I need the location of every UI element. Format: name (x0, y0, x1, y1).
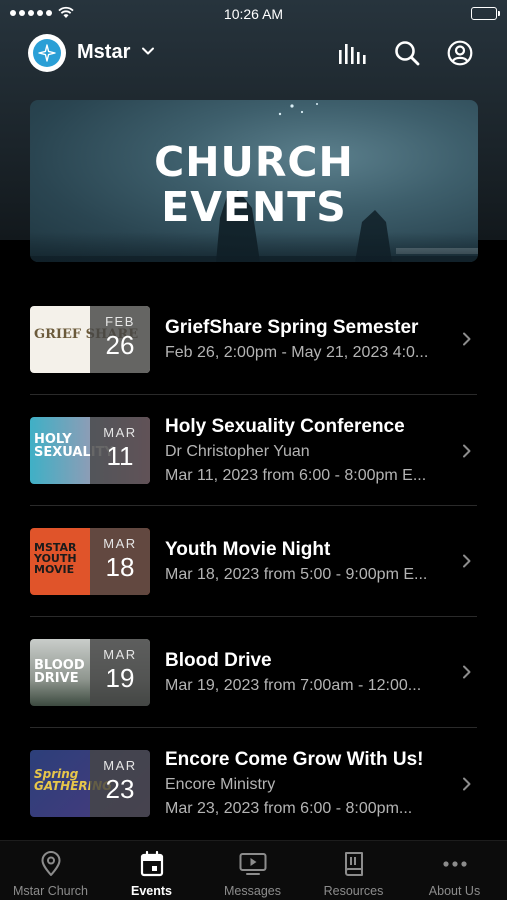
tab-messages[interactable]: Messages (202, 841, 303, 900)
event-month: MAR (103, 647, 137, 662)
event-datetime: Mar 18, 2023 from 5:00 - 9:00pm E... (165, 566, 428, 583)
chevron-right-icon (462, 332, 472, 351)
battery-icon (471, 7, 500, 20)
event-day: 23 (105, 774, 135, 804)
event-thumbnail: Spring GATHERING MAR 23 (30, 750, 150, 817)
thumbnail-art-text: BLOOD DRIVE (34, 658, 85, 686)
logo-icon[interactable] (28, 34, 66, 72)
chevron-right-icon (462, 777, 472, 796)
event-thumbnail: BLOOD DRIVE MAR 19 (30, 639, 150, 706)
event-datetime: Feb 26, 2:00pm - May 21, 2023 4:0... (165, 344, 429, 361)
date-badge: FEB 26 (90, 306, 150, 373)
thumbnail-art-text: MSTAR YOUTH MOVIE (34, 541, 77, 576)
church-events-banner: CHURCH EVENTS (30, 100, 478, 262)
event-title: GriefShare Spring Semester (165, 317, 419, 338)
event-thumbnail: HOLY SEXUALITY MAR 11 (30, 417, 150, 484)
bottom-tab-bar: Mstar Church Events Messages Resources A… (0, 840, 507, 900)
tab-label: About Us (428, 884, 481, 898)
event-day: 26 (105, 330, 135, 360)
event-title: Blood Drive (165, 650, 272, 671)
status-time: 10:26 AM (223, 6, 284, 22)
event-title: Youth Movie Night (165, 539, 331, 560)
tab-about-us[interactable]: About Us (404, 841, 505, 900)
event-row-youth-movie-night[interactable]: MSTAR YOUTH MOVIE MAR 18 Youth Movie Nig… (0, 506, 507, 617)
event-month: MAR (103, 536, 137, 551)
date-badge: MAR 18 (90, 528, 150, 595)
audio-bars-icon[interactable] (338, 39, 366, 67)
event-ministry: Encore Ministry (165, 776, 276, 793)
chevron-right-icon (462, 665, 472, 684)
profile-icon[interactable] (446, 39, 474, 67)
tab-label: Messages (224, 884, 281, 898)
event-datetime: Mar 23, 2023 from 6:00 - 8:00pm... (165, 800, 413, 817)
event-day: 18 (105, 552, 135, 582)
date-badge: MAR 23 (90, 750, 150, 817)
event-month: MAR (103, 758, 137, 773)
tab-label: Events (131, 884, 172, 898)
thumbnail-art-text: Spring GATHERING (34, 767, 113, 793)
chevron-down-icon[interactable] (141, 44, 155, 63)
event-datetime: Mar 11, 2023 from 6:00 - 8:00pm E... (165, 467, 427, 484)
thumbnail-art-text: HOLY SEXUALITY (34, 432, 114, 460)
event-month: FEB (105, 314, 135, 329)
more-dots-icon (404, 851, 505, 877)
play-screen-icon (202, 851, 303, 877)
event-thumbnail: MSTAR YOUTH MOVIE MAR 18 (30, 528, 150, 595)
date-badge: MAR 11 (90, 417, 150, 484)
event-day: 19 (105, 663, 135, 693)
tab-events[interactable]: Events (101, 841, 202, 900)
tab-label: Resources (323, 884, 384, 898)
tab-label: Mstar Church (12, 884, 89, 898)
calendar-icon (101, 851, 202, 877)
event-row-encore[interactable]: Spring GATHERING MAR 23 Encore Come Grow… (0, 728, 507, 839)
event-day: 11 (106, 441, 134, 471)
event-row-griefshare[interactable]: GRIEF SHARE FEB 26 GriefShare Spring Sem… (0, 284, 507, 395)
event-title: Holy Sexuality Conference (165, 416, 405, 437)
event-row-holy-sexuality[interactable]: HOLY SEXUALITY MAR 11 Holy Sexuality Con… (0, 395, 507, 506)
org-name[interactable]: Mstar (77, 41, 130, 64)
chevron-right-icon (462, 554, 472, 573)
banner-title: CHURCH EVENTS (30, 140, 478, 230)
app-header: Mstar (0, 30, 507, 76)
location-pin-icon (0, 851, 101, 877)
event-month: MAR (103, 425, 137, 440)
tab-resources[interactable]: Resources (303, 841, 404, 900)
banner-title-line1: CHURCH (154, 138, 354, 186)
event-thumbnail: GRIEF SHARE FEB 26 (30, 306, 150, 373)
book-icon (303, 851, 404, 877)
event-datetime: Mar 19, 2023 from 7:00am - 12:00... (165, 677, 422, 694)
chevron-right-icon (462, 444, 472, 463)
tab-mstar-church[interactable]: Mstar Church (0, 841, 101, 900)
date-badge: MAR 19 (90, 639, 150, 706)
event-row-blood-drive[interactable]: BLOOD DRIVE MAR 19 Blood Drive Mar 19, 2… (0, 617, 507, 728)
event-title: Encore Come Grow With Us! (165, 749, 424, 770)
banner-title-line2: EVENTS (161, 183, 347, 231)
status-bar: 10:26 AM (0, 0, 507, 28)
search-icon[interactable] (393, 39, 421, 67)
event-speaker: Dr Christopher Yuan (165, 443, 310, 460)
